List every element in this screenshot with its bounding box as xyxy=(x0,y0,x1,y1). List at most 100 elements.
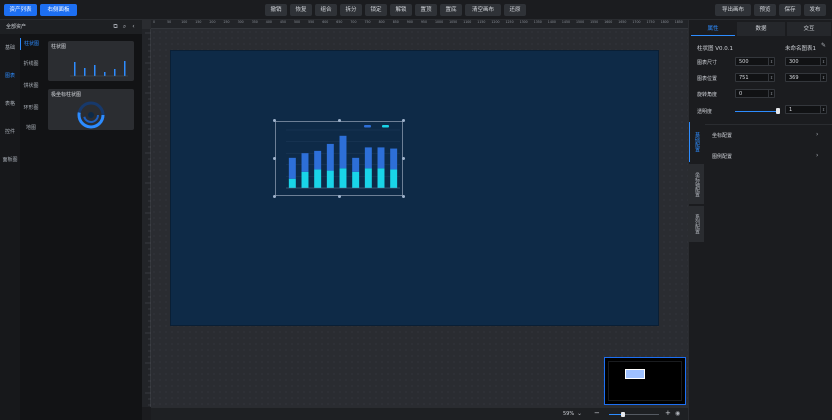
opacity-input[interactable]: 1 ⇕ xyxy=(785,105,827,114)
resize-handle-left[interactable] xyxy=(273,157,276,160)
asset-card-bar[interactable]: 柱状图 xyxy=(48,41,134,81)
component-alias[interactable]: 未命名图表1 xyxy=(785,44,816,52)
sidetab-axis[interactable]: 坐标轴配置 xyxy=(689,164,704,204)
ruler-tick-label: 1150 xyxy=(477,20,486,24)
save-button[interactable]: 保存 xyxy=(779,4,801,16)
ruler-tick-label: 0 xyxy=(153,20,156,24)
zoom-in-icon[interactable]: + xyxy=(665,409,671,417)
category-panel[interactable]: 面板图 xyxy=(0,154,20,166)
group-button[interactable]: 组合 xyxy=(315,4,337,16)
minimap[interactable] xyxy=(604,357,686,405)
width-value: 500 xyxy=(739,59,749,65)
resize-handle-bottom-left[interactable] xyxy=(273,195,276,198)
collapse-icon[interactable]: ‹ xyxy=(130,23,137,30)
send-back-button[interactable]: 置底 xyxy=(440,4,462,16)
bring-front-button[interactable]: 置顶 xyxy=(415,4,437,16)
bar-segment-bottom xyxy=(314,169,322,188)
lock-button[interactable]: 锁定 xyxy=(365,4,387,16)
subcategory-line[interactable]: 折线图 xyxy=(20,58,42,70)
layer-panel-button[interactable]: 右侧面板 xyxy=(40,4,77,16)
minimap-viewport[interactable] xyxy=(625,369,645,379)
horizontal-ruler[interactable]: 0 50 100 150 200 250 300 350 400 450 500 550 600 650 7… xyxy=(151,20,688,29)
bar-segment-bottom xyxy=(339,168,347,188)
x-stepper-icon[interactable]: ⇕ xyxy=(768,74,774,81)
subcategory-map[interactable]: 地图 xyxy=(20,122,42,134)
sidetab-series[interactable]: 系列配置 xyxy=(689,206,704,242)
asset-panel-header: 全部资产 ⧉ ⌕ ‹ xyxy=(0,20,142,34)
zoom-out-icon[interactable]: − xyxy=(594,409,600,417)
rotate-input[interactable]: 0 ⇕ xyxy=(735,89,775,98)
opacity-slider-fill xyxy=(735,111,777,112)
redo-button[interactable]: 恢复 xyxy=(290,4,312,16)
x-value: 751 xyxy=(739,75,749,81)
ruler-tick-label: 1050 xyxy=(449,20,458,24)
y-stepper-icon[interactable]: ⇕ xyxy=(820,74,826,81)
ungroup-button[interactable]: 拆分 xyxy=(340,4,362,16)
clear-canvas-button[interactable]: 清空画布 xyxy=(465,4,501,16)
bar-chart-component[interactable] xyxy=(275,121,403,196)
subcategory-column: 柱状图 折线图 饼状图 环形图 地图 xyxy=(20,34,42,420)
asset-list-button[interactable]: 资产列表 xyxy=(4,4,37,16)
ruler-tick-label: 1650 xyxy=(618,20,627,24)
chevron-right-icon[interactable]: › xyxy=(816,131,818,138)
bar-segment-bottom xyxy=(288,178,296,188)
category-basic[interactable]: 基础 xyxy=(0,42,20,54)
minimap-canvas xyxy=(608,361,682,401)
asset-card-polar-bar[interactable]: 极坐标柱状图 xyxy=(48,89,134,130)
export-canvas-button[interactable]: 导出画布 xyxy=(715,4,751,16)
resize-handle-bottom-right[interactable] xyxy=(402,195,405,198)
tab-properties[interactable]: 属性 xyxy=(691,22,735,36)
width-stepper-icon[interactable]: ⇕ xyxy=(768,58,774,65)
sidetab-basic[interactable]: 基础配置 xyxy=(689,122,704,162)
resize-handle-top-right[interactable] xyxy=(402,119,405,122)
y-input[interactable]: 369 ⇕ xyxy=(785,73,827,82)
ruler-tick-label: 1350 xyxy=(533,20,542,24)
copy-icon[interactable]: ⧉ xyxy=(112,23,119,30)
rotate-stepper-icon[interactable]: ⇕ xyxy=(768,90,774,97)
category-table[interactable]: 表格 xyxy=(0,98,20,110)
category-chart[interactable]: 图表 xyxy=(0,70,20,82)
size-label: 图表尺寸 xyxy=(697,60,718,66)
section-coordinate-config[interactable]: 坐标配置 xyxy=(712,132,732,139)
publish-button[interactable]: 发布 xyxy=(804,4,826,16)
edit-icon[interactable]: ✎ xyxy=(821,42,826,49)
height-input[interactable]: 300 ⇕ xyxy=(785,57,827,66)
undo-button[interactable]: 撤销 xyxy=(265,4,287,16)
chevron-right-icon[interactable]: › xyxy=(816,152,818,159)
ruler-tick-label: 300 xyxy=(237,20,244,24)
bar-segment-bottom xyxy=(326,170,334,188)
zoom-level[interactable]: 59% xyxy=(563,411,574,417)
eye-icon[interactable]: ◉ xyxy=(675,410,680,417)
tab-data[interactable]: 数据 xyxy=(737,22,785,36)
tab-interaction[interactable]: 交互 xyxy=(787,22,831,36)
search-icon[interactable]: ⌕ xyxy=(121,23,128,30)
preview-button[interactable]: 预览 xyxy=(754,4,776,16)
x-input[interactable]: 751 ⇕ xyxy=(735,73,775,82)
design-canvas[interactable] xyxy=(171,51,658,325)
restore-button[interactable]: 还原 xyxy=(504,4,526,16)
ruler-tick-label: 1750 xyxy=(646,20,655,24)
unlock-button[interactable]: 解锁 xyxy=(390,4,412,16)
ruler-tick-label: 1700 xyxy=(632,20,641,24)
opacity-slider-thumb[interactable] xyxy=(776,108,780,114)
vertical-ruler[interactable] xyxy=(142,29,151,407)
rotate-value: 0 xyxy=(739,91,743,97)
position-label: 图表位置 xyxy=(697,76,718,82)
workspace[interactable] xyxy=(151,29,688,407)
resize-handle-top[interactable] xyxy=(338,119,341,122)
subcategory-bar[interactable]: 柱状图 xyxy=(20,38,42,50)
subcategory-ring[interactable]: 环形图 xyxy=(20,102,42,114)
zoom-slider-thumb[interactable] xyxy=(621,412,625,417)
ruler-tick-label: 100 xyxy=(181,20,188,24)
subcategory-pie[interactable]: 饼状图 xyxy=(20,80,42,92)
width-input[interactable]: 500 ⇕ xyxy=(735,57,775,66)
opacity-stepper-icon[interactable]: ⇕ xyxy=(820,106,826,113)
height-stepper-icon[interactable]: ⇕ xyxy=(820,58,826,65)
resize-handle-bottom[interactable] xyxy=(338,195,341,198)
ruler-tick-label: 150 xyxy=(195,20,202,24)
section-legend-config[interactable]: 图例配置 xyxy=(712,153,732,160)
zoom-dropdown-icon[interactable]: ⌄ xyxy=(577,410,582,417)
resize-handle-right[interactable] xyxy=(402,157,405,160)
resize-handle-top-left[interactable] xyxy=(273,119,276,122)
category-control[interactable]: 控件 xyxy=(0,126,20,138)
